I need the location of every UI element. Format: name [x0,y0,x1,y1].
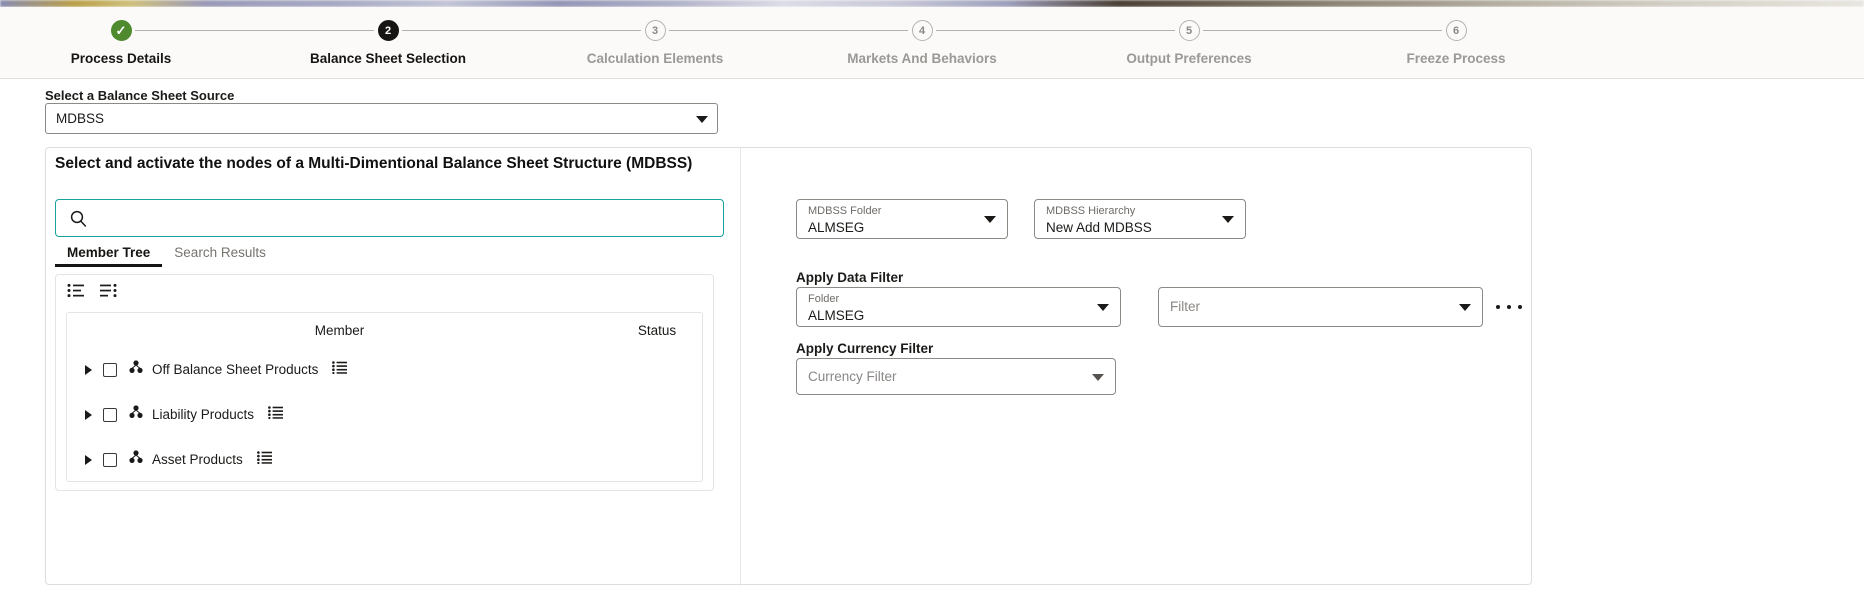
table-row[interactable]: Asset Products [67,437,702,481]
member-tree-table: Member Status Off Balance Sheet Products… [66,312,703,482]
tab-search-results[interactable]: Search Results [162,242,278,267]
stepper-label-3: Calculation Elements [586,51,724,66]
chevron-down-icon [696,115,708,123]
hierarchy-icon [129,360,143,379]
tree-header-row: Member Status [67,313,702,347]
mdbss-hierarchy-label: MDBSS Hierarchy [1046,205,1136,217]
balance-sheet-source-select[interactable]: MDBSS [45,103,718,134]
decorative-top-image-strip [0,0,1864,7]
ellipsis-horizontal-icon [1496,305,1500,309]
stepper-connector [1203,30,1442,31]
stepper-step-5[interactable]: 5 Output Preferences [1089,20,1289,66]
tree-tabs: Member Tree Search Results [55,242,724,271]
apply-currency-filter-label: Apply Currency Filter [796,341,934,356]
list-icon[interactable] [332,360,348,379]
stepper-label-6: Freeze Process [1406,51,1506,66]
balance-sheet-source-label: Select a Balance Sheet Source [45,88,235,103]
stepper-connector [936,30,1175,31]
chevron-down-icon [984,216,996,223]
stepper-connector [402,30,641,31]
mdbss-selection-card: Select and activate the nodes of a Multi… [45,147,1532,586]
stepper-connector [135,30,374,31]
hierarchy-icon [129,450,143,469]
mdbss-hierarchy-select[interactable]: MDBSS Hierarchy New Add MDBSS [1034,199,1246,239]
stepper-circle-5: 5 [1178,20,1200,41]
stepper-step-3[interactable]: 3 Calculation Elements [555,20,755,66]
stepper-label-2: Balance Sheet Selection [309,51,467,66]
tree-node-label: Asset Products [152,452,243,467]
chevron-down-icon [1459,304,1471,311]
member-search-box[interactable] [55,199,724,237]
data-filter-select[interactable]: Filter [1158,287,1483,327]
triangle-right-icon[interactable] [85,454,92,465]
stepper-number: 2 [384,24,392,37]
chevron-down-icon [1222,216,1234,223]
search-icon [70,210,87,227]
tab-member-tree[interactable]: Member Tree [55,242,163,267]
list-icon[interactable] [256,450,272,469]
ellipsis-horizontal-icon [1518,305,1522,309]
data-filter-more-button[interactable] [1496,296,1522,318]
data-filter-placeholder: Filter [1170,299,1200,314]
stepper-step-6[interactable]: 6 Freeze Process [1356,20,1556,66]
stepper-circle-3: 3 [644,20,666,41]
list-numbered-icon[interactable] [67,283,84,303]
stepper-number: 6 [1452,24,1460,37]
member-tree-column: Member Tree Search Results Member Status… [55,199,724,491]
stepper-label-1: Process Details [70,51,172,66]
mdbss-folder-select[interactable]: MDBSS Folder ALMSEG [796,199,1008,239]
stepper-step-4[interactable]: 4 Markets And Behaviors [822,20,1022,66]
column-header-member: Member [314,322,365,338]
stepper-circle-4: 4 [911,20,933,41]
search-input[interactable] [95,200,723,236]
currency-filter-placeholder: Currency Filter [808,368,897,384]
list-icon[interactable] [268,405,284,424]
stepper-connector [669,30,908,31]
member-tree-panel: Member Status Off Balance Sheet Products… [55,274,714,491]
stepper-label-5: Output Preferences [1126,51,1252,66]
data-filter-folder-label: Folder [808,293,840,305]
page-body: Select a Balance Sheet Source MDBSS Sele… [0,80,1864,609]
column-divider [740,148,741,586]
balance-sheet-source-value: MDBSS [56,111,105,126]
stepper-circle-6: 6 [1445,20,1467,41]
table-row[interactable]: Off Balance Sheet Products [67,347,702,392]
stepper-number: 3 [651,24,659,37]
tree-node-label: Liability Products [152,407,255,422]
chevron-down-icon [1097,304,1109,311]
hierarchy-icon [129,405,143,424]
stepper-step-1[interactable]: ✓ Process Details [21,20,221,66]
stepper-step-2[interactable]: 2 Balance Sheet Selection [288,20,488,66]
stepper-circle-2: 2 [377,20,399,41]
card-title: Select and activate the nodes of a Multi… [55,155,693,172]
tab-member-tree-label: Member Tree [67,245,151,260]
data-filter-folder-value: ALMSEG [808,308,865,323]
apply-data-filter-label: Apply Data Filter [796,270,904,285]
mdbss-hierarchy-value: New Add MDBSS [1046,220,1152,235]
row-checkbox[interactable] [103,452,117,467]
row-checkbox[interactable] [103,407,117,422]
stepper-number: 4 [918,24,926,37]
list-indent-icon[interactable] [100,283,117,303]
data-filter-folder-select[interactable]: Folder ALMSEG [796,287,1121,327]
ellipsis-horizontal-icon [1507,305,1511,309]
table-row[interactable]: Liability Products [67,392,702,437]
mdbss-folder-label: MDBSS Folder [808,205,882,217]
row-checkbox[interactable] [103,362,117,377]
stepper-label-4: Markets And Behaviors [847,51,997,66]
check-icon: ✓ [115,23,127,38]
stepper-circle-1: ✓ [110,20,132,41]
chevron-down-icon [1092,373,1104,381]
triangle-right-icon[interactable] [85,364,92,375]
tree-toolbar [67,283,117,303]
wizard-stepper: ✓ Process Details 2 Balance Sheet Selection… [0,7,1864,79]
triangle-right-icon[interactable] [85,409,92,420]
tab-search-results-label: Search Results [174,245,266,260]
currency-filter-select[interactable]: Currency Filter [796,358,1116,395]
tree-node-label: Off Balance Sheet Products [152,362,319,377]
mdbss-folder-value: ALMSEG [808,220,865,235]
column-header-status: Status [637,322,677,338]
stepper-number: 5 [1185,24,1193,37]
